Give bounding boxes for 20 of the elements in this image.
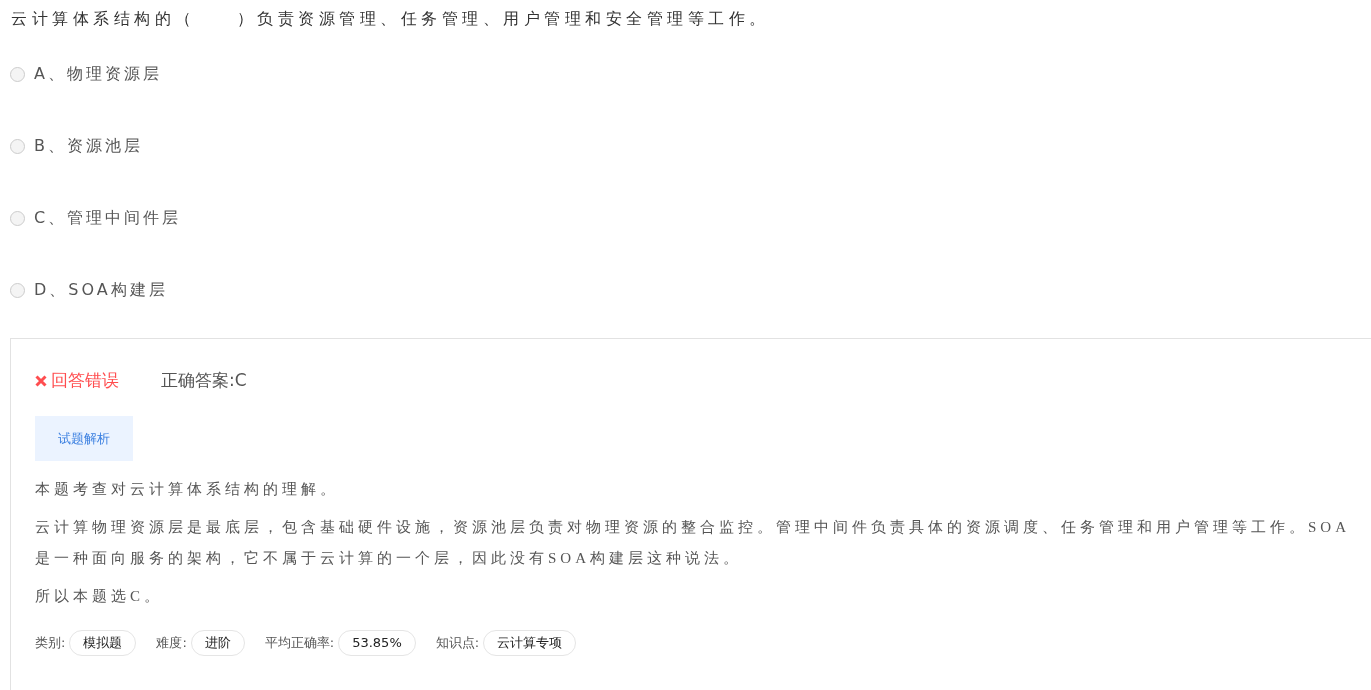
question-text: 云计算体系结构的（ ）负责资源管理、任务管理、用户管理和安全管理等工作。 <box>10 9 771 29</box>
answer-option[interactable]: A、物理资源层 <box>10 62 162 86</box>
radio-button[interactable] <box>10 282 25 298</box>
answer-option[interactable]: B、资源池层 <box>10 134 143 158</box>
meta-label: 类别: <box>35 634 66 653</box>
radio-button[interactable] <box>10 210 25 226</box>
answer-option[interactable]: D、SOA构建层 <box>10 278 168 302</box>
analysis-tab[interactable]: 试题解析 <box>35 416 133 461</box>
analysis-paragraph: 本题考查对云计算体系结构的理解。 <box>35 480 340 499</box>
meta-label: 难度: <box>156 634 187 653</box>
answer-option[interactable]: C、管理中间件层 <box>10 206 182 230</box>
radio-button[interactable] <box>10 138 25 154</box>
analysis-paragraph: 所以本题选C。 <box>35 587 164 606</box>
radio-button[interactable] <box>10 66 25 82</box>
result-status: 回答错误 <box>35 368 119 394</box>
meta-label: 平均正确率: <box>264 634 335 653</box>
analysis-paragraph: 云计算物理资源层是最底层，包含基础硬件设施，资源池层负责对物理资源的整合监控。管理中间件负责具体的资源调度、任务管理和用户管理等工作。SOA是一种面向服务的架构，它不属于云计算的一个层，因此没有SOA构建层这种说法。 <box>35 518 1351 568</box>
meta-label: 知识点: <box>435 634 480 653</box>
correct-answer: 正确答案:C <box>161 369 247 393</box>
cross-icon <box>35 375 47 387</box>
